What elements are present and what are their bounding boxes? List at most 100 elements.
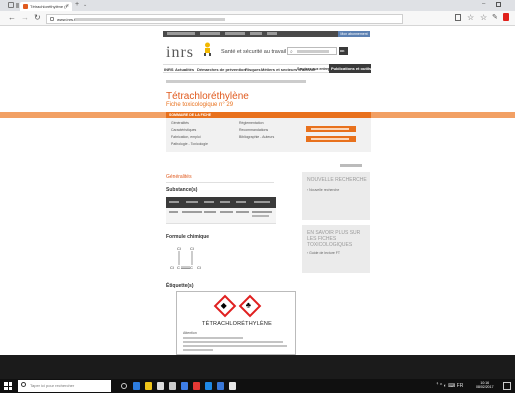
file-explorer-icon[interactable] [145,382,152,390]
browser-tab[interactable]: Tétrachloréthylène (F × [20,2,72,11]
mascot-icon [204,42,211,56]
reload-icon[interactable]: ↻ [34,13,41,22]
table-cell [220,211,233,213]
utility-link[interactable] [250,32,262,35]
mail-icon[interactable] [169,382,176,390]
formula-atom: Cl [177,246,181,251]
tab-dropdown-icon[interactable]: ⌄ [83,2,87,8]
summary-link[interactable]: Généralités [171,121,208,125]
breadcrumb[interactable] [166,80,306,83]
tab-title: Tétrachloréthylène (F [30,4,69,9]
summary-title: SOMMAIRE DE LA FICHE [169,113,212,117]
browser-tab-bar: Tétrachloréthylène (F × + ⌄ – [0,0,515,11]
new-tab-button[interactable]: + [75,1,79,8]
button-label-placeholder [311,138,349,140]
download-summary-button[interactable] [306,136,356,142]
summary-link[interactable]: Caractéristiques [171,128,208,132]
close-tab-icon[interactable]: × [66,3,69,9]
summary-link[interactable]: Pathologie - Toxicologie [171,142,208,146]
section-heading-etiquette: Étiquette(s) [166,283,194,289]
nav-item-inrs[interactable]: INRS [164,67,174,72]
learn-more-title: EN SAVOIR PLUS SUR LES FICHES TOXICOLOGI… [307,230,361,248]
site-search-input[interactable]: ⌕ [287,47,337,55]
health-hazard-icon: ◆ [220,301,227,311]
column-header [169,201,179,203]
nav-item-risques[interactable]: Risques [245,67,261,72]
table-cell [169,211,178,213]
signal-word: Attention [183,331,197,335]
update-date [340,164,362,167]
nav-item-actualites[interactable]: Actualités [175,67,194,72]
taskbar-search-placeholder: Taper ici pour rechercher [30,383,75,388]
inrs-logo[interactable]: inrs [166,44,194,62]
page-icon [50,17,54,21]
divider [166,182,274,183]
reading-view-icon[interactable] [455,14,461,21]
formula-atom: C [177,265,180,270]
favorite-star-icon[interactable]: ☆ [467,13,474,22]
substances-table [166,197,276,224]
column-header [236,201,246,203]
download-full-sheet-button[interactable] [306,126,356,132]
hazard-statement-placeholder [183,341,283,343]
hazard-statement-placeholder [183,345,287,347]
search-placeholder [297,50,329,53]
chemical-formula-diagram: Cl Cl C C Cl Cl [170,246,201,270]
url-domain: www.inrs.fr [57,17,77,22]
search-icon: ⌕ [290,49,293,55]
table-header [166,197,276,208]
table-cell [204,211,216,213]
environment-pictogram: ♣ [238,294,262,318]
top-utility-strip: Mon abonnement [163,31,370,37]
app-icon[interactable] [193,382,200,390]
web-note-icon[interactable]: ✎ [492,13,498,21]
utility-link[interactable] [200,32,220,35]
minimize-icon[interactable]: – [482,1,485,7]
health-hazard-pictogram: ◆ [213,294,237,318]
summary-link[interactable]: Fabrication, emploi [171,135,208,139]
app-icon[interactable] [181,382,188,390]
formula-atom: Cl [190,246,194,251]
taskbar-clock[interactable]: 10:16 08/02/2017 [476,381,494,389]
formula-atom: Cl [170,265,174,270]
utility-link[interactable] [225,32,245,35]
browser-nav-bar: ← → ↻ www.inrs.fr ☆ ☆ ✎ [0,11,515,26]
nav-item-demarches[interactable]: Démarches de prévention [197,67,246,72]
subscription-button[interactable]: Mon abonnement [338,31,370,37]
back-icon[interactable]: ← [8,13,16,22]
app-icon[interactable] [229,382,236,390]
address-bar[interactable]: www.inrs.fr [46,14,403,24]
summary-link[interactable]: Réglementation [239,121,274,125]
extension-icon[interactable] [503,13,509,21]
word-icon[interactable] [205,382,212,390]
maximize-icon[interactable] [496,2,501,7]
utility-link[interactable] [167,32,195,35]
summary-link[interactable]: Recommandations [239,128,274,132]
column-header [204,201,214,203]
search-button[interactable]: OK [339,47,348,55]
forward-icon[interactable]: → [21,13,29,22]
utility-link[interactable] [267,32,277,35]
new-search-link[interactable]: › Nouvelle recherche [307,188,339,192]
reading-guide-link[interactable]: › Guide de lecture FT [307,251,340,255]
favorites-hub-icon[interactable]: ☆ [480,13,487,22]
taskbar-search-input[interactable]: Taper ici pour rechercher [18,380,111,392]
tab-preview-icon[interactable] [8,2,14,8]
table-cell [236,211,249,213]
learn-more-box: EN SAVOIR PLUS SUR LES FICHES TOXICOLOGI… [302,225,370,273]
table-cell [182,211,202,213]
store-icon[interactable] [157,382,164,390]
dead-tree-fish-icon: ♣ [245,300,251,310]
summary-link[interactable]: Bibliographie - Auteurs [239,135,274,139]
clock-date: 08/02/2017 [476,385,494,389]
set-aside-tabs-icon[interactable] [16,3,19,8]
edge-browser-icon[interactable] [133,382,140,390]
table-row [166,208,276,224]
action-center-icon[interactable] [503,382,511,390]
system-tray-icons[interactable]: ꜛ ^ ◐ ⌨ FR [436,383,463,389]
task-view-icon[interactable] [121,383,127,389]
windows-start-icon[interactable] [4,382,12,390]
section-heading-generalites: Généralités [166,174,192,180]
app-icon[interactable] [217,382,224,390]
nav-item-publications[interactable]: Publications et outils [329,64,371,73]
